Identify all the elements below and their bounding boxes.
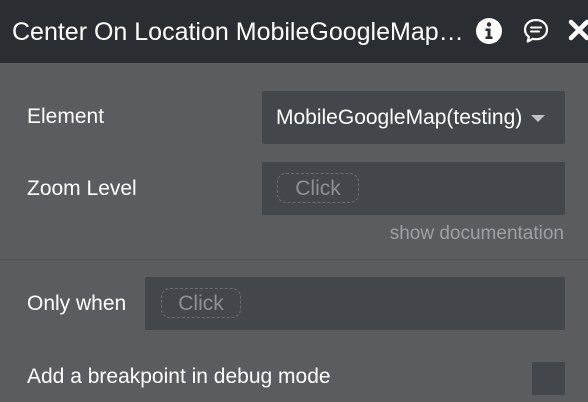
zoom-level-field[interactable]: Click — [262, 162, 565, 215]
close-icon[interactable] — [565, 16, 588, 46]
only-when-click-placeholder[interactable]: Click — [161, 288, 241, 318]
panel-header: Center On Location MobileGoogleMap (test… — [0, 0, 588, 63]
section-divider — [0, 259, 588, 260]
panel-title: Center On Location MobileGoogleMap (test… — [12, 18, 470, 46]
info-icon[interactable] — [474, 16, 504, 46]
only-when-label: Only when — [27, 292, 127, 315]
breakpoint-label: Add a breakpoint in debug mode — [27, 365, 331, 388]
element-dropdown[interactable]: MobileGoogleMap(testing) — [262, 91, 565, 144]
zoom-level-label: Zoom Level — [27, 177, 137, 200]
comment-icon[interactable] — [521, 16, 551, 46]
only-when-field[interactable]: Click — [145, 277, 565, 330]
element-label: Element — [27, 105, 105, 128]
show-documentation-link[interactable]: show documentation — [390, 222, 564, 246]
breakpoint-checkbox[interactable] — [532, 362, 565, 395]
element-dropdown-value: MobileGoogleMap(testing) — [276, 106, 523, 129]
zoom-level-click-placeholder[interactable]: Click — [277, 173, 359, 203]
chevron-down-icon — [531, 115, 545, 122]
